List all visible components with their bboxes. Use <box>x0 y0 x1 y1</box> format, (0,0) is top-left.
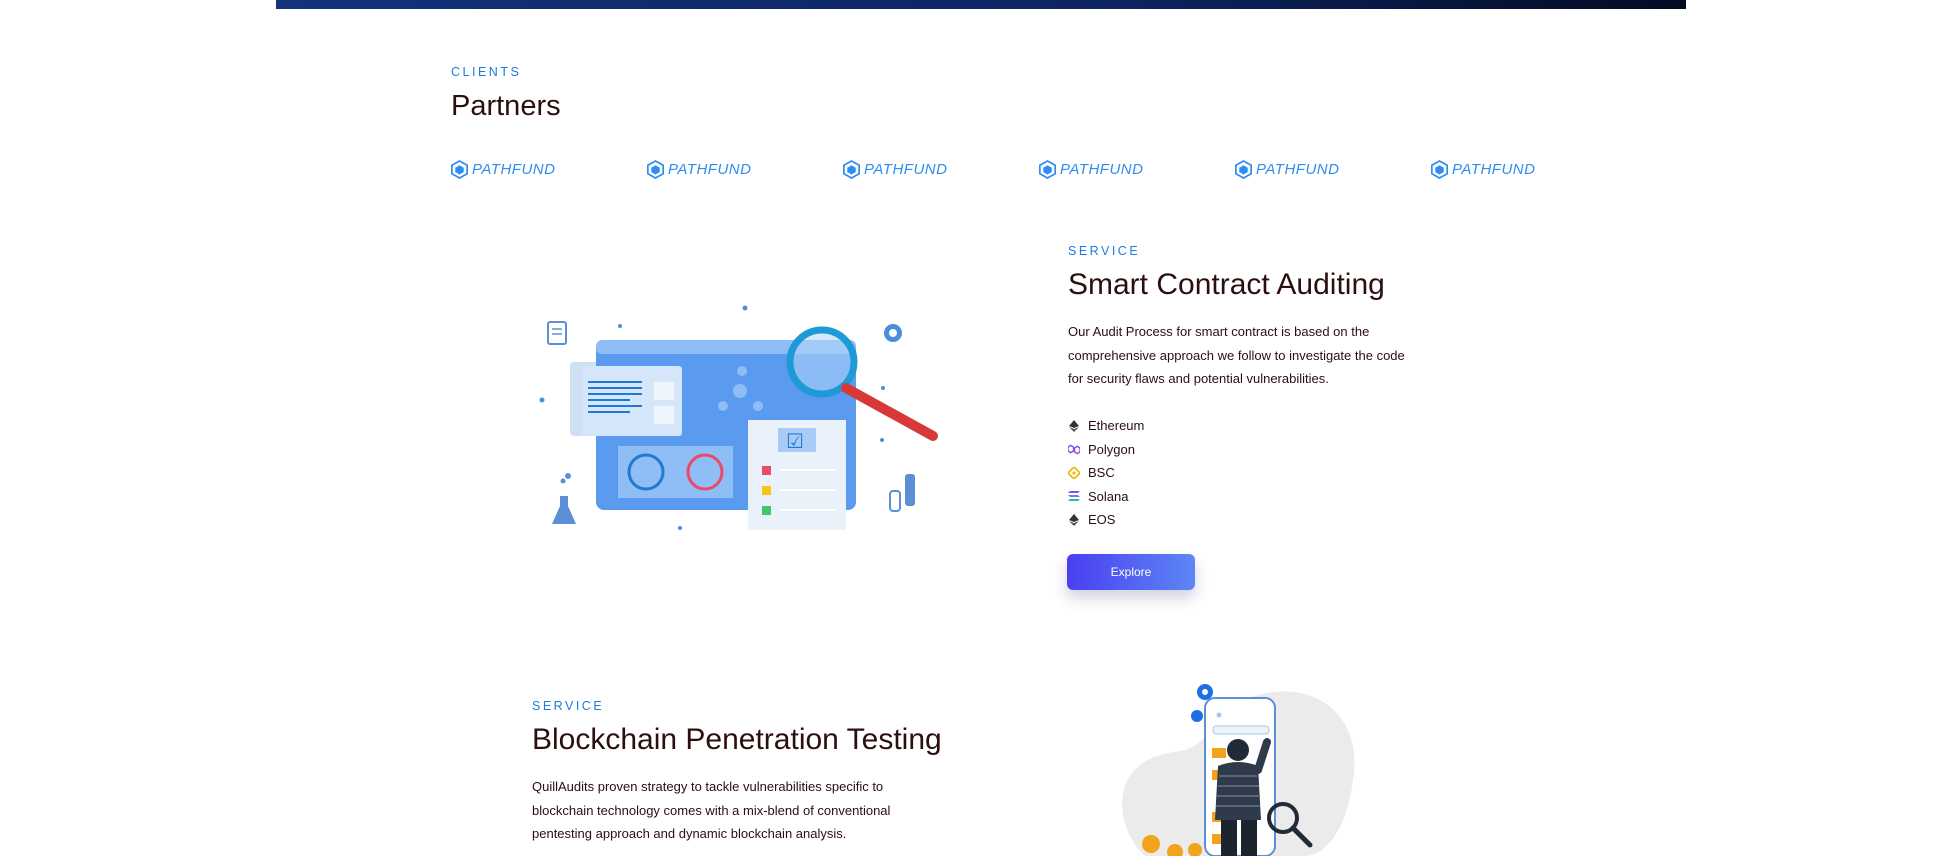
service2-eyebrow: SERVICE <box>532 699 605 713</box>
pathfund-logo-icon <box>647 160 664 179</box>
partner-logo-text: PATHFUND <box>864 161 948 178</box>
partner-logo[interactable]: PATHFUND <box>843 160 947 179</box>
ethereum-icon <box>1068 419 1080 432</box>
partner-logo[interactable]: PATHFUND <box>1039 160 1143 179</box>
chain-label: BSC <box>1088 465 1115 481</box>
chain-label: Ethereum <box>1088 418 1145 434</box>
explore-button[interactable]: Explore <box>1067 554 1195 590</box>
partner-logo[interactable]: PATHFUND <box>1235 160 1339 179</box>
partner-logo[interactable]: PATHFUND <box>647 160 751 179</box>
chain-item-solana: Solana <box>1068 485 1144 509</box>
partner-logo-text: PATHFUND <box>472 161 556 178</box>
partner-logo-text: PATHFUND <box>668 161 752 178</box>
service2-description: QuillAudits proven strategy to tackle vu… <box>532 779 891 841</box>
pentest-illustration <box>1122 684 1355 856</box>
partners-title: Partners <box>451 90 561 122</box>
pathfund-logo-icon <box>1039 160 1056 179</box>
partner-logo-text: PATHFUND <box>1256 161 1340 178</box>
chain-item-eos: EOS <box>1068 508 1144 532</box>
chain-item-ethereum: Ethereum <box>1068 414 1144 438</box>
pathfund-logo-icon <box>1235 160 1252 179</box>
service1-title: Smart Contract Auditing <box>1068 268 1385 301</box>
partner-logo-text: PATHFUND <box>1060 161 1144 178</box>
partner-logo[interactable]: PATHFUND <box>451 160 555 179</box>
chain-label: EOS <box>1088 512 1116 528</box>
clients-eyebrow: CLIENTS <box>451 65 522 79</box>
solana-icon <box>1068 490 1080 502</box>
pathfund-logo-icon <box>451 160 468 179</box>
chain-label: Polygon <box>1088 441 1135 457</box>
partner-logo[interactable]: PATHFUND <box>1431 160 1535 179</box>
bsc-icon <box>1068 466 1080 479</box>
partner-logo-text: PATHFUND <box>1452 161 1536 178</box>
service1-description: Our Audit Process for smart contract is … <box>1068 324 1405 386</box>
chain-item-bsc: BSC <box>1068 461 1144 485</box>
service2-title: Blockchain Penetration Testing <box>532 723 942 756</box>
service1-eyebrow: SERVICE <box>1068 244 1141 258</box>
supported-chains-list: Ethereum Polygon BSC Solana EOS <box>1068 414 1144 532</box>
polygon-icon <box>1068 443 1080 455</box>
chain-item-polygon: Polygon <box>1068 438 1144 462</box>
audit-illustration: ☑ <box>539 305 938 530</box>
pathfund-logo-icon <box>1431 160 1448 179</box>
chain-label: Solana <box>1088 488 1129 504</box>
pathfund-logo-icon <box>843 160 860 179</box>
svg-text:☑: ☑ <box>786 429 804 453</box>
eos-icon <box>1068 513 1080 526</box>
top-bar <box>276 0 1686 9</box>
